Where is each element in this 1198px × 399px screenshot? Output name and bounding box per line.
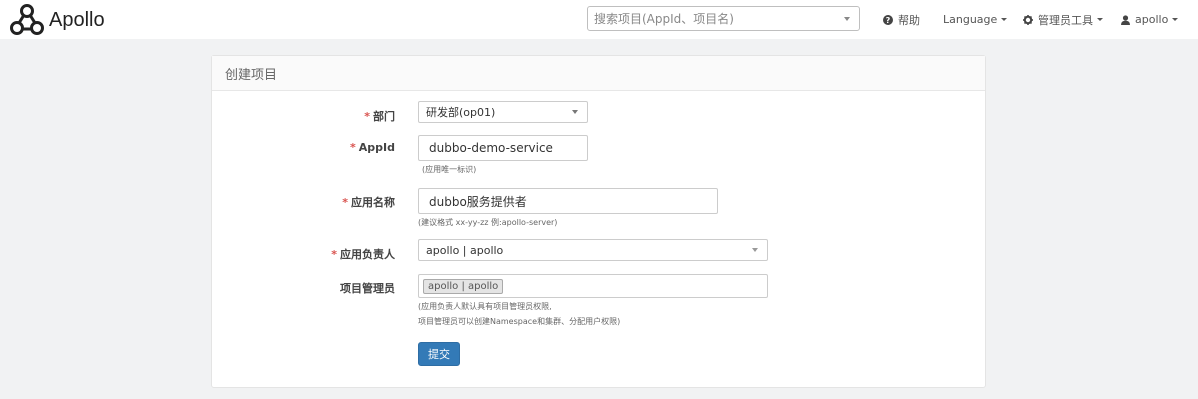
caret-down-icon	[1001, 18, 1008, 21]
required-marker: *	[364, 110, 370, 123]
department-value: 研发部(op01)	[426, 106, 496, 119]
user-icon	[1121, 14, 1130, 25]
brand-name: Apollo	[49, 8, 105, 31]
gear-icon	[1023, 14, 1033, 25]
app-name-help: (建议格式 xx-yy-zz 例:apollo-server)	[418, 218, 558, 227]
required-marker: *	[350, 141, 356, 154]
help-label: 帮助	[898, 13, 920, 27]
user-label: apollo	[1135, 13, 1169, 26]
language-dropdown[interactable]: Language	[943, 0, 1008, 39]
required-marker: *	[342, 196, 348, 209]
admins-label: 项目管理员	[340, 282, 395, 295]
chevron-down-icon	[752, 248, 758, 252]
brand[interactable]: Apollo	[10, 4, 105, 36]
admins-help-line2: 项目管理员可以创建Namespace和集群、分配用户权限)	[418, 317, 621, 326]
app-name-input[interactable]: dubbo服务提供者	[418, 188, 718, 214]
admins-help-line1: (应用负责人默认具有项目管理员权限,	[418, 302, 552, 311]
app-name-value: dubbo服务提供者	[429, 194, 527, 209]
chevron-down-icon	[844, 16, 850, 21]
department-select[interactable]: 研发部(op01)	[418, 101, 588, 123]
panel-title: 创建项目	[212, 56, 985, 91]
question-circle-icon: ?	[883, 14, 893, 25]
create-project-panel: 创建项目 * 部门 研发部(op01) * AppId dubbo-demo-ser…	[211, 55, 986, 388]
owner-label: * 应用负责人	[331, 248, 395, 261]
appid-help: (应用唯一标识)	[422, 165, 477, 174]
language-label: Language	[943, 13, 998, 26]
admin-tag[interactable]: apollo | apollo	[423, 278, 504, 294]
caret-down-icon	[1172, 18, 1179, 21]
owner-select[interactable]: apollo | apollo	[418, 239, 768, 261]
svg-text:?: ?	[886, 16, 891, 25]
search-placeholder: 搜索项目(AppId、项目名)	[594, 12, 734, 26]
chevron-down-icon	[572, 110, 578, 114]
caret-down-icon	[1097, 18, 1103, 21]
help-link[interactable]: ? 帮助	[883, 0, 920, 39]
owner-value: apollo | apollo	[426, 243, 504, 257]
project-search-select[interactable]: 搜索项目(AppId、项目名)	[587, 6, 860, 31]
app-name-label: * 应用名称	[342, 196, 395, 209]
appid-label: * AppId	[350, 141, 395, 154]
required-marker: *	[331, 248, 337, 261]
department-label: * 部门	[364, 110, 395, 123]
admin-tools-label: 管理员工具	[1038, 13, 1093, 27]
appid-input[interactable]: dubbo-demo-service	[418, 135, 588, 161]
admins-multiselect[interactable]: apollo | apollo	[418, 274, 768, 298]
submit-button[interactable]: 提交	[418, 342, 460, 366]
apollo-logo-icon	[10, 4, 44, 35]
admin-tools-dropdown[interactable]: 管理员工具	[1023, 0, 1103, 39]
appid-value: dubbo-demo-service	[429, 141, 553, 155]
user-dropdown[interactable]: apollo	[1121, 0, 1179, 39]
page-footer-strip	[0, 390, 1198, 399]
top-navbar: Apollo 搜索项目(AppId、项目名) ? 帮助 Language 管理员…	[0, 0, 1198, 39]
